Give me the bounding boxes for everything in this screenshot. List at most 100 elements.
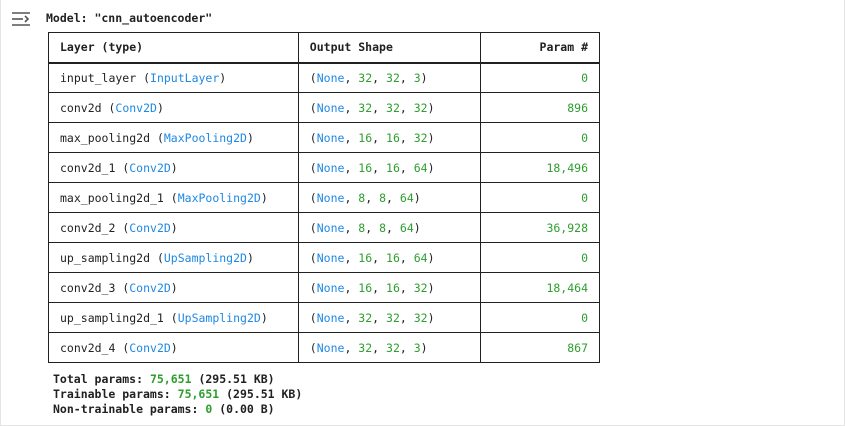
shape-dim: 32 — [358, 100, 373, 115]
shape-dim: 32 — [413, 100, 428, 115]
model-title: Model: "cnn_autoencoder" — [46, 11, 213, 25]
layer-type: MaxPooling2D — [177, 190, 261, 205]
output-shape-cell: (None, 32, 32, 3) — [297, 332, 482, 363]
shape-dim: 32 — [386, 310, 400, 325]
layer-name: conv2d_4 — [60, 340, 116, 355]
shape-dim: 16 — [386, 160, 400, 175]
layer-cell: conv2d_4 (Conv2D) — [48, 332, 299, 363]
param-count-cell: 0 — [480, 62, 600, 93]
shape-dim: None — [316, 280, 345, 295]
output-shape-cell: (None, 16, 16, 64) — [297, 152, 482, 183]
shape-dim: None — [316, 340, 345, 355]
table-row: up_sampling2d_1 (UpSampling2D) (None, 32,… — [48, 302, 600, 333]
shape-dim: None — [316, 220, 345, 235]
shape-dim: 32 — [386, 70, 400, 85]
layer-cell: conv2d (Conv2D) — [48, 92, 299, 123]
header-layer-type: Layer (type) — [48, 32, 299, 63]
shape-dim: 64 — [413, 160, 428, 175]
shape-dim: 32 — [358, 70, 373, 85]
param-count-cell: 0 — [480, 182, 600, 213]
shape-dim: 16 — [358, 160, 373, 175]
layer-type: UpSampling2D — [163, 250, 247, 265]
total-params-size: (295.51 KB) — [198, 372, 275, 386]
layer-type: Conv2D — [129, 220, 171, 235]
layer-type: Conv2D — [129, 340, 171, 355]
layer-name: max_pooling2d_1 — [60, 190, 164, 205]
param-totals: Total params: 75,651 (295.51 KB) Trainab… — [53, 372, 302, 417]
shape-dim: 32 — [413, 130, 428, 145]
layer-name: conv2d_1 — [60, 160, 116, 175]
table-row: max_pooling2d_1 (MaxPooling2D) (None, 8, … — [48, 182, 600, 213]
trainable-params-value: 75,651 — [177, 387, 220, 401]
output-shape-cell: (None, 8, 8, 64) — [297, 212, 482, 243]
table-row: conv2d_1 (Conv2D) (None, 16, 16, 64) 18,49… — [48, 152, 600, 183]
param-count-cell: 0 — [480, 242, 600, 273]
shape-dim: 3 — [413, 340, 421, 355]
shape-dim: None — [316, 130, 345, 145]
total-params-value: 75,651 — [149, 372, 192, 386]
param-count-cell: 18,496 — [480, 152, 600, 183]
table-row: input_layer (InputLayer) (None, 32, 32, 3… — [48, 62, 600, 93]
output-shape-cell: (None, 32, 32, 32) — [297, 302, 482, 333]
param-count-cell: 0 — [480, 302, 600, 333]
shape-dim: None — [316, 310, 345, 325]
shape-dim: None — [316, 190, 345, 205]
nontrainable-params-value: 0 — [205, 402, 213, 416]
shape-dim: None — [316, 70, 345, 85]
trainable-params-size: (295.51 KB) — [226, 387, 303, 401]
table-row: conv2d_4 (Conv2D) (None, 32, 32, 3) 867 — [48, 332, 600, 363]
output-shape-cell: (None, 16, 16, 64) — [297, 242, 482, 273]
shape-dim: 32 — [358, 340, 373, 355]
output-shape-cell: (None, 8, 8, 64) — [297, 182, 482, 213]
shape-dim: 16 — [386, 130, 400, 145]
shape-dim: 32 — [413, 280, 428, 295]
shape-dim: 8 — [379, 190, 387, 205]
layer-cell: up_sampling2d (UpSampling2D) — [48, 242, 299, 273]
layer-name: input_layer — [60, 70, 137, 85]
model-summary-table: Layer (type) Output Shape Param # input_… — [48, 32, 600, 363]
shape-dim: 64 — [399, 220, 414, 235]
header-output-shape: Output Shape — [297, 32, 482, 63]
param-count-cell: 867 — [480, 332, 600, 363]
layer-cell: conv2d_1 (Conv2D) — [48, 152, 299, 183]
shape-dim: None — [316, 100, 345, 115]
total-params-label: Total params: — [53, 372, 144, 386]
table-row: conv2d (Conv2D) (None, 32, 32, 32) 896 — [48, 92, 600, 123]
nontrainable-params-size: (0.00 B) — [219, 402, 275, 416]
layer-name: conv2d — [60, 100, 102, 115]
layer-cell: up_sampling2d_1 (UpSampling2D) — [48, 302, 299, 333]
layer-type: MaxPooling2D — [163, 130, 247, 145]
shape-dim: 32 — [386, 340, 400, 355]
layer-cell: conv2d_2 (Conv2D) — [48, 212, 299, 243]
total-params-line: Total params: 75,651 (295.51 KB) — [53, 372, 302, 387]
shape-dim: None — [316, 250, 345, 265]
output-shape-cell: (None, 16, 16, 32) — [297, 272, 482, 303]
table-row: max_pooling2d (MaxPooling2D) (None, 16, 1… — [48, 122, 600, 153]
shape-dim: 3 — [413, 70, 421, 85]
shape-dim: None — [316, 160, 345, 175]
shape-dim: 16 — [386, 250, 400, 265]
output-cell: Model: "cnn_autoencoder" Layer (type) Ou… — [0, 0, 845, 426]
shape-dim: 64 — [413, 250, 428, 265]
output-collapse-icon[interactable] — [10, 10, 32, 28]
shape-dim: 8 — [358, 220, 366, 235]
trainable-params-label: Trainable params: — [53, 387, 171, 401]
layer-name: conv2d_3 — [60, 280, 116, 295]
layer-cell: conv2d_3 (Conv2D) — [48, 272, 299, 303]
nontrainable-params-line: Non-trainable params: 0 (0.00 B) — [53, 402, 302, 417]
output-shape-cell: (None, 16, 16, 32) — [297, 122, 482, 153]
param-count-cell: 0 — [480, 122, 600, 153]
table-header-row: Layer (type) Output Shape Param # — [48, 32, 600, 63]
layer-cell: input_layer (InputLayer) — [48, 62, 299, 93]
layer-name: max_pooling2d — [60, 130, 151, 145]
shape-dim: 32 — [413, 310, 428, 325]
header-param-count: Param # — [480, 32, 600, 63]
layer-cell: max_pooling2d_1 (MaxPooling2D) — [48, 182, 299, 213]
layer-type: Conv2D — [129, 280, 171, 295]
table-row: conv2d_3 (Conv2D) (None, 16, 16, 32) 18,46… — [48, 272, 600, 303]
shape-dim: 8 — [358, 190, 366, 205]
shape-dim: 8 — [379, 220, 387, 235]
param-count-cell: 18,464 — [480, 272, 600, 303]
layer-name: up_sampling2d — [60, 250, 151, 265]
shape-dim: 32 — [386, 100, 400, 115]
